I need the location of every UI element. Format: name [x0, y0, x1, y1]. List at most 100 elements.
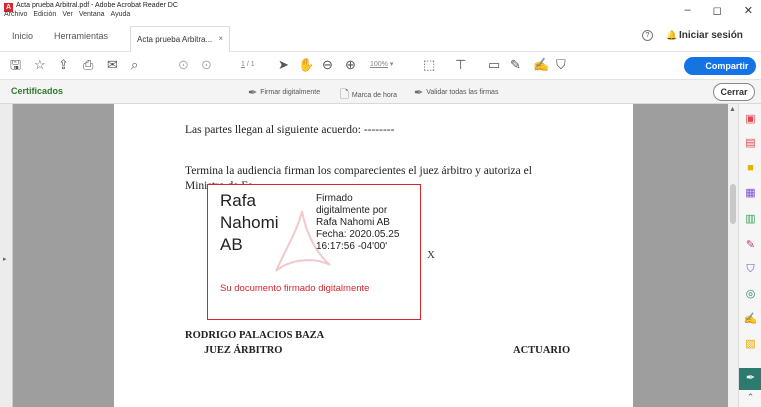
share-button[interactable]: 👤 Compartir [684, 57, 756, 75]
minimize-button[interactable]: – [685, 4, 691, 17]
right-tools-panel: ▣ ▤ ■ ▦ ▥ ✎ ⛉ ◎ ✍ ▧ ✒ ⌃ [738, 104, 761, 407]
certificates-tool-active[interactable]: ✒ [739, 368, 761, 390]
signature-detail-3: Rafa Nahomi AB [316, 217, 390, 228]
scroll-mode-icon[interactable]: ⊤ [455, 57, 466, 73]
menu-edicion[interactable]: Edición [33, 11, 56, 18]
menu-bar: Archivo Edición Ver Ventana Ayuda [4, 11, 130, 18]
comment-tool-icon[interactable]: ■ [743, 161, 758, 176]
select-cursor-icon[interactable]: ➤ [278, 57, 289, 73]
signer-1-role: JUEZ ÁRBITRO [204, 345, 283, 356]
signer-2-role: ACTUARIO [513, 345, 571, 356]
tab-inicio[interactable]: Inicio [12, 31, 33, 41]
signature-details: Firmado digitalmente por Rafa Nahomi AB … [316, 193, 399, 253]
main-toolbar: 🖫 ☆ ⇪ ⎙ ✉ ⌕ ⊙ ⊙ 1 / 1 ➤ ✋ ⊖ ⊕ 100% ▾ ⬚ ⊤… [0, 52, 761, 80]
send-sign-icon[interactable]: ✍ [743, 312, 758, 327]
panel-scroll-up-icon[interactable]: ⌃ [743, 390, 758, 405]
validate-all-label: Validar todas las firmas [426, 89, 499, 96]
title-bar: A Acta prueba Arbitral.pdf - Adobe Acrob… [0, 0, 761, 22]
signer-1-name: RODRIGO PALACIOS BAZA [185, 330, 325, 341]
signature-detail-5: 16:17:56 -04'00' [316, 241, 388, 252]
validate-pen-icon: ✒ [414, 87, 424, 99]
vertical-scrollbar[interactable]: ▲ [728, 104, 738, 407]
menu-ventana[interactable]: Ventana [79, 11, 105, 18]
highlight-pen-icon[interactable]: ✎ [510, 57, 521, 73]
acrobat-window: A Acta prueba Arbitral.pdf - Adobe Acrob… [0, 0, 761, 407]
zoom-value: 100% [370, 61, 388, 68]
zoom-level-select[interactable]: 100% ▾ [370, 58, 414, 72]
tab-herramientas[interactable]: Herramientas [54, 31, 108, 41]
sign-digitally-label: Firmar digitalmente [260, 89, 321, 96]
cloud-upload-icon[interactable]: ⇪ [58, 57, 69, 73]
agreement-line: Las partes llegan al siguiente acuerdo: … [185, 124, 395, 136]
certificate-pen-icon: ✒ [745, 372, 756, 384]
signature-x-right: X [427, 249, 435, 261]
save-icon[interactable]: 🖫 [10, 57, 21, 73]
signature-detail-4: Fecha: 2020.05.25 [316, 229, 400, 240]
menu-archivo[interactable]: Archivo [4, 11, 27, 18]
stamp-icon[interactable]: ⛉ [556, 57, 566, 73]
organize-pages-icon[interactable]: ▧ [743, 337, 758, 352]
validate-all-button[interactable]: ✒ Validar todas las firmas [414, 86, 498, 99]
tab-bar: Inicio Herramientas Acta prueba Arbitra.… [0, 22, 761, 52]
certificates-title: Certificados [11, 86, 64, 96]
page-down-icon[interactable]: ⊙ [201, 57, 212, 73]
signer-name-line-3: AB [220, 235, 243, 254]
sign-in-link[interactable]: Iniciar sesión [679, 30, 743, 41]
export-excel-icon[interactable]: ▥ [743, 212, 758, 227]
timestamp-label: Marca de hora [351, 92, 397, 99]
notification-bell-icon[interactable]: 🔔 [666, 30, 677, 41]
tab-document[interactable]: Acta prueba Arbitra... × [130, 26, 230, 52]
page-up-icon[interactable]: ⊙ [178, 57, 189, 73]
signature-detail-1: Firmado [316, 193, 353, 204]
hand-tool-icon[interactable]: ✋ [298, 57, 314, 73]
zoom-out-icon[interactable]: ⊖ [322, 57, 333, 73]
scroll-up-icon[interactable]: ▲ [729, 106, 736, 113]
share-label: Compartir [705, 61, 749, 71]
closing-line-1: Termina la audiencia firman los comparec… [185, 165, 532, 177]
timestamp-button[interactable]: 🗋 Marca de hora [340, 86, 397, 105]
page-total: / 1 [246, 61, 255, 68]
search-icon[interactable]: ⌕ [131, 57, 138, 73]
pdf-page: Las partes llegan al siguiente acuerdo: … [114, 104, 633, 407]
clock-document-icon: 🗋 [340, 89, 349, 101]
menu-ayuda[interactable]: Ayuda [111, 11, 131, 18]
signer-name-line-2: Nahomi [220, 213, 279, 232]
pen-sign-icon: ✒ [248, 87, 258, 99]
create-pdf-icon[interactable]: ▤ [743, 136, 758, 151]
chevron-down-icon: ▾ [389, 61, 394, 68]
optimize-icon[interactable]: ◎ [743, 287, 758, 302]
menu-ver[interactable]: Ver [62, 11, 73, 18]
window-controls: – ◻ ✕ [685, 4, 753, 17]
window-title: Acta prueba Arbitral.pdf - Adobe Acrobat… [16, 2, 178, 9]
protect-shield-icon[interactable]: ⛉ [743, 262, 758, 277]
zoom-in-icon[interactable]: ⊕ [345, 57, 356, 73]
signature-detail-2: digitalmente por [316, 205, 388, 216]
document-viewport[interactable]: ▸ Las partes llegan al siguiente acuerdo… [0, 104, 738, 407]
scrollbar-thumb[interactable] [730, 184, 736, 224]
expand-arrow-icon: ▸ [3, 256, 7, 263]
add-user-icon: 👤 [691, 61, 706, 71]
certificates-bar: Certificados ✒ Firmar digitalmente 🗋 Mar… [0, 80, 761, 104]
sign-digitally-button[interactable]: ✒ Firmar digitalmente [248, 86, 320, 99]
email-icon[interactable]: ✉ [107, 57, 118, 73]
tab-document-label: Acta prueba Arbitra... [137, 35, 213, 44]
sign-icon[interactable]: ✍ [533, 57, 549, 73]
print-icon[interactable]: ⎙ [83, 57, 93, 73]
maximize-button[interactable]: ◻ [713, 4, 722, 17]
edit-pdf-icon[interactable]: ▦ [743, 186, 758, 201]
comment-icon[interactable]: ▭ [488, 57, 500, 73]
page-current: 1 [241, 61, 245, 68]
signature-caption: Su documento firmado digitalmente [220, 283, 370, 294]
help-icon[interactable]: ? [642, 30, 653, 41]
signer-name-line-1: Rafa [220, 191, 256, 210]
close-certificates-button[interactable]: Cerrar [713, 83, 755, 101]
close-window-button[interactable]: ✕ [744, 4, 753, 17]
page-number-field[interactable]: 1 / 1 [241, 58, 271, 72]
digital-signature-field[interactable]: Rafa Nahomi AB Firmado digitalmente por … [207, 184, 421, 320]
left-panel-toggle[interactable]: ▸ [0, 104, 13, 407]
bookmark-star-icon[interactable]: ☆ [34, 57, 46, 73]
page-fit-icon[interactable]: ⬚ [423, 57, 435, 73]
fill-sign-icon[interactable]: ✎ [743, 238, 758, 253]
tab-close-icon[interactable]: × [218, 34, 223, 43]
export-pdf-icon[interactable]: ▣ [743, 112, 758, 127]
